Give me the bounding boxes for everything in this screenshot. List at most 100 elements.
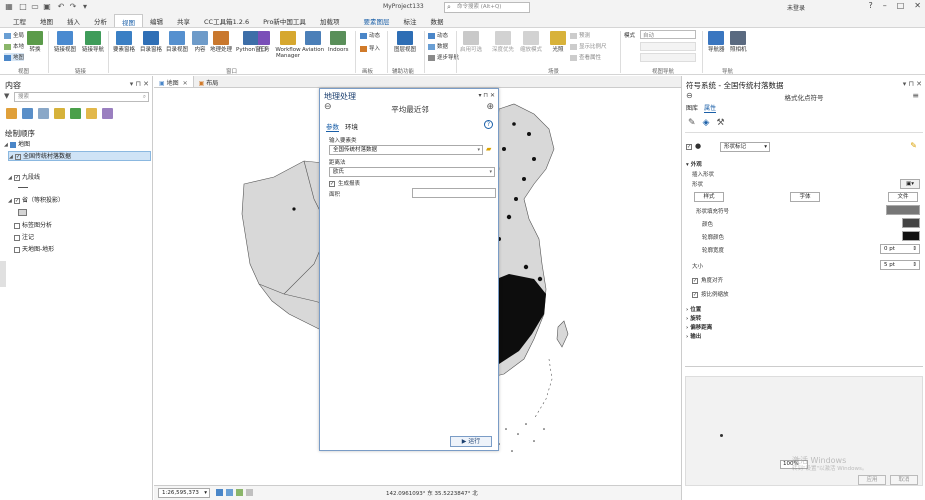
lighting-button[interactable]: 光照: [550, 31, 566, 53]
cancel-button[interactable]: 取消: [890, 475, 918, 485]
tab-gallery[interactable]: 图库: [686, 103, 698, 113]
catalog-view-button[interactable]: 目录视图: [166, 31, 188, 53]
filter-icon[interactable]: ▼: [4, 92, 9, 100]
tab-insert[interactable]: 插入: [60, 14, 87, 27]
tab-map[interactable]: 地图: [33, 14, 60, 27]
ribbon-dynamic-small[interactable]: 动态: [428, 31, 448, 39]
run-button[interactable]: ▶ 运行: [450, 436, 492, 447]
zoom-mode-button[interactable]: 缩放模式: [520, 31, 542, 53]
catalog-pane-button[interactable]: 目录窗格: [140, 31, 162, 53]
task-button[interactable]: 任务: [257, 31, 271, 53]
ribbon-view-props-item[interactable]: 查看属性: [570, 53, 601, 61]
position-section[interactable]: › 位置: [686, 305, 701, 313]
outline-color-swatch[interactable]: [902, 231, 920, 241]
tab-edit[interactable]: 编辑: [143, 14, 170, 27]
link-navigation-button[interactable]: 链接导航: [82, 31, 104, 53]
close-icon[interactable]: ✕: [143, 80, 149, 88]
distance-method-dropdown[interactable]: 欧氏 ▾: [329, 167, 495, 177]
scale-selector[interactable]: 1:26,595,373 ▾: [158, 488, 210, 498]
pen-icon[interactable]: ✎: [688, 118, 696, 128]
pause-icon[interactable]: [246, 489, 253, 496]
area-input[interactable]: [412, 188, 496, 198]
apply-button[interactable]: 应用: [858, 475, 886, 485]
list-by-source-icon[interactable]: [22, 108, 33, 119]
wrench-icon[interactable]: ⚒: [716, 118, 724, 128]
add-icon[interactable]: ⊕: [486, 102, 494, 112]
rotate-icon[interactable]: [236, 489, 243, 496]
camera-button[interactable]: 照相机: [730, 31, 747, 53]
tab-analysis[interactable]: 分析: [87, 14, 114, 27]
customize-icon[interactable]: ▾: [80, 2, 90, 12]
contents-button[interactable]: 内容: [192, 31, 208, 53]
nav-field-2[interactable]: [640, 53, 696, 62]
layer-checkbox[interactable]: ✓: [14, 197, 20, 204]
maximize-icon[interactable]: □: [897, 1, 905, 10]
size-input[interactable]: 5 pt ⇕: [880, 260, 920, 270]
ribbon-show-scale-item[interactable]: 显示比例尺: [570, 42, 607, 50]
tab-feature-layer[interactable]: 要素图层: [356, 14, 396, 27]
side-panel-tab[interactable]: [0, 261, 6, 287]
aviation-button[interactable]: Aviation: [302, 31, 324, 53]
ribbon-global-item[interactable]: 全局: [4, 31, 24, 39]
grid-icon[interactable]: [226, 489, 233, 496]
help-icon[interactable]: ?: [484, 120, 493, 129]
scale-pattern-checkbox[interactable]: ✓ 按比例缩放: [692, 290, 729, 298]
enable-selectable-button[interactable]: 启用可选: [460, 31, 482, 53]
style-button[interactable]: 样式: [694, 192, 724, 202]
mode-dropdown[interactable]: 自动: [640, 30, 696, 39]
save-icon[interactable]: ▣: [42, 2, 52, 12]
shape-marker-dropdown[interactable]: 形状标记 ▾: [720, 142, 770, 152]
tab-cc-toolbox[interactable]: CC工具箱1.2.6: [197, 14, 256, 27]
tree-layer-provinces[interactable]: ◢ ✓ 省（等积投影）: [8, 196, 64, 206]
outline-width-input[interactable]: 0 pt ⇕: [880, 244, 920, 254]
generate-report-checkbox[interactable]: ✓ 生成报表: [329, 179, 360, 187]
close-icon[interactable]: ✕: [916, 80, 922, 88]
pin-icon[interactable]: ▾ ⊓: [130, 80, 143, 88]
list-by-labeling-icon[interactable]: [86, 108, 97, 119]
tab-view[interactable]: 视图: [114, 14, 143, 27]
tree-layer-annotation[interactable]: 注记: [14, 233, 34, 243]
pin-icon[interactable]: ▾ ⊓: [478, 92, 490, 99]
pin-icon[interactable]: ▾ ⊓: [903, 80, 916, 88]
shape-fill-swatch[interactable]: [886, 205, 920, 215]
undo-icon[interactable]: ↶: [56, 2, 66, 12]
font-button[interactable]: 字体: [790, 192, 820, 202]
new-icon[interactable]: □: [18, 2, 28, 12]
close-icon[interactable]: ✕: [914, 1, 921, 10]
offset-section[interactable]: › 偏移距离: [686, 323, 712, 331]
ribbon-map-item[interactable]: 地图: [4, 53, 25, 61]
tab-environments[interactable]: 环境: [345, 121, 358, 132]
link-views-button[interactable]: 链接视图: [54, 31, 76, 53]
layer-checkbox[interactable]: [14, 246, 20, 253]
open-icon[interactable]: ▭: [30, 2, 40, 12]
fixed-zoom-icon[interactable]: [216, 489, 223, 496]
shape-picker[interactable]: ▣▾: [900, 179, 920, 189]
layer-checkbox[interactable]: ✓: [14, 174, 20, 181]
list-by-perspective-icon[interactable]: [102, 108, 113, 119]
color-swatch[interactable]: [902, 218, 920, 228]
layer-view-button[interactable]: 图层视图: [390, 31, 420, 53]
layers-icon[interactable]: ◈: [703, 118, 710, 128]
tab-properties[interactable]: 属性: [704, 103, 717, 113]
list-by-snapping-icon[interactable]: [70, 108, 81, 119]
contents-search-input[interactable]: 搜索 ⌕: [14, 92, 149, 102]
list-by-editing-icon[interactable]: [54, 108, 65, 119]
ribbon-local-item[interactable]: 本地: [4, 42, 24, 50]
ribbon-step-nav-small[interactable]: 逐步导航: [428, 53, 459, 61]
tab-pro-china-tools[interactable]: Pro新中国工具: [256, 14, 313, 27]
ribbon-predict-item[interactable]: 预测: [570, 31, 590, 39]
tab-addins[interactable]: 加载项: [313, 14, 347, 27]
edit-icon[interactable]: ✎: [910, 141, 917, 150]
ribbon-dynamic-item[interactable]: 动态: [360, 31, 380, 39]
tab-layout-view[interactable]: ▣ 布局: [194, 76, 224, 87]
collapse-icon[interactable]: ◢: [9, 152, 14, 162]
layer-checkbox[interactable]: ✓: [15, 153, 21, 160]
tab-map-view[interactable]: ▣ 地图 ✕: [154, 76, 194, 87]
navigator-button[interactable]: 导航器: [708, 31, 725, 53]
depth-priority-button[interactable]: 深度优先: [492, 31, 514, 53]
list-by-drawing-order-icon[interactable]: [6, 108, 17, 119]
user-name[interactable]: 未登录: [787, 3, 805, 12]
nav-field-1[interactable]: [640, 42, 696, 51]
minimize-icon[interactable]: –: [883, 1, 887, 10]
indoors-button[interactable]: Indoors: [328, 31, 348, 53]
